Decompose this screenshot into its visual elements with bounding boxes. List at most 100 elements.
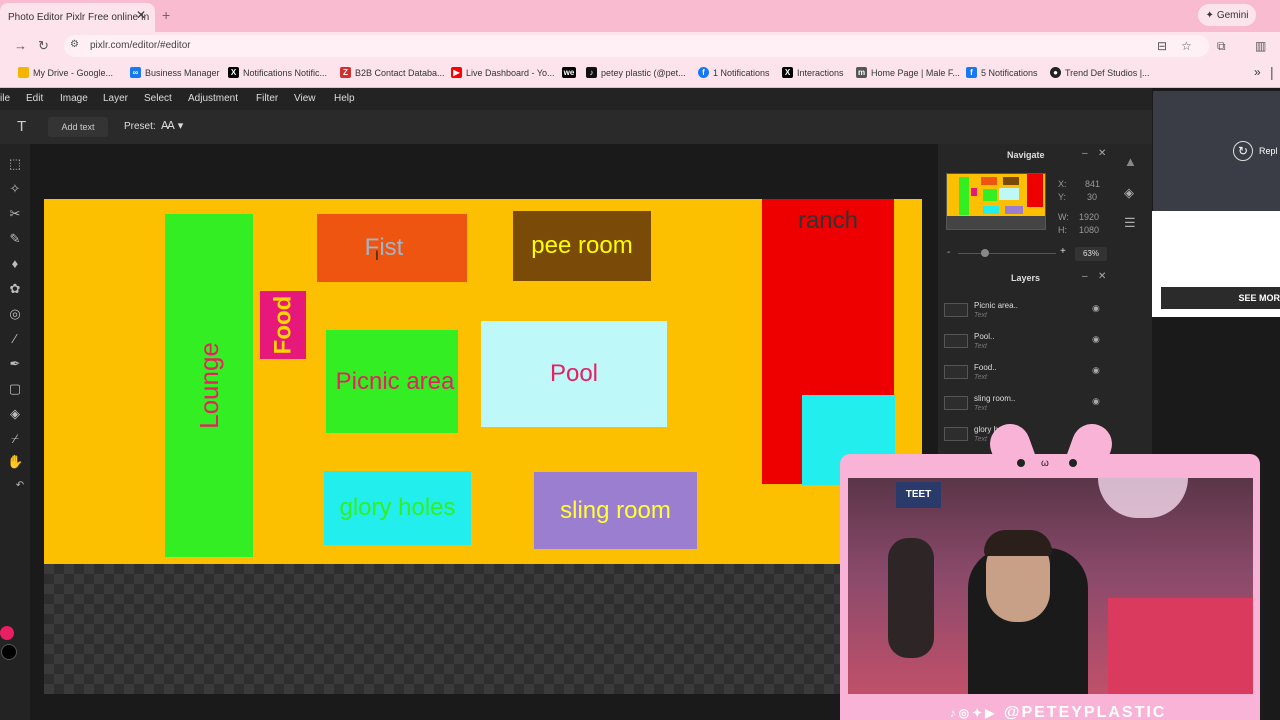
eye-icon[interactable]: ◉	[1092, 396, 1100, 407]
properties-icon[interactable]: ☰	[1124, 215, 1136, 231]
menu-view[interactable]: View	[294, 93, 316, 104]
eyedropper-icon[interactable]: ⌿	[7, 431, 23, 447]
picnic-area-block[interactable]: Picnic area	[326, 330, 458, 433]
menu-file[interactable]: ile	[0, 93, 10, 104]
layer-name: Picnic area..	[974, 301, 1019, 310]
bookmark-item[interactable]: Z B2B Contact Databa...	[340, 67, 445, 78]
gemini-button[interactable]: ✦ Gemini	[1198, 4, 1256, 26]
install-app-icon[interactable]: ⊟	[1157, 39, 1167, 53]
x-icon: X	[228, 67, 239, 78]
bookmark-item[interactable]: ● Trend Def Studios |...	[1050, 67, 1150, 78]
bookmark-item[interactable]: f5 Notifications	[966, 67, 1038, 78]
magic-wand-icon[interactable]: ✧	[7, 181, 23, 197]
new-tab-button[interactable]: +	[162, 7, 170, 23]
navigator-thumbnail[interactable]	[946, 173, 1046, 230]
tab-close-icon[interactable]: ✕	[136, 8, 146, 22]
pixlr-menu-bar: ile Edit Image Layer Select Adjustment F…	[0, 88, 1152, 110]
pool-block[interactable]: Pool	[481, 321, 667, 427]
close-icon[interactable]: ✕	[1098, 148, 1106, 159]
navigate-panel-title: Navigate	[1007, 150, 1045, 160]
layer-row[interactable]: Picnic area.. Text ◉	[940, 297, 1110, 325]
zoom-slider[interactable]	[958, 253, 1056, 254]
bookmark-item[interactable]: X Notifications Notific...	[228, 67, 327, 78]
layer-thumbnail	[944, 427, 968, 441]
target-icon[interactable]: ◎	[7, 306, 23, 322]
pen-icon[interactable]: ✒	[7, 356, 23, 372]
bookmark-item[interactable]: we	[562, 67, 580, 78]
back-icon[interactable]: →	[14, 38, 27, 53]
pencil-icon[interactable]: ✎	[7, 231, 23, 247]
minimize-icon[interactable]: –	[1082, 148, 1088, 159]
minimize-icon[interactable]: –	[1082, 271, 1088, 282]
y-label: Y:	[1058, 192, 1067, 202]
menu-help[interactable]: Help	[334, 93, 355, 104]
bookmarks-overflow-button[interactable]: »	[1254, 65, 1261, 79]
see-more-button[interactable]: SEE MOR	[1161, 287, 1280, 309]
cut-tool-icon[interactable]: ✂	[7, 206, 23, 222]
browser-tab[interactable]: Photo Editor Pixlr Free online In	[0, 3, 155, 32]
we-icon: we	[562, 67, 576, 78]
zoom-out-button[interactable]: -	[947, 247, 950, 258]
swap-colors-icon[interactable]: ↶	[12, 480, 28, 491]
site-info-icon[interactable]: ⚙	[70, 39, 79, 50]
h-label: H:	[1058, 225, 1067, 235]
drop-icon[interactable]: ♦	[7, 256, 23, 271]
hand-icon[interactable]: ✋	[7, 454, 23, 470]
menu-layer[interactable]: Layer	[103, 93, 128, 104]
menu-image[interactable]: Image	[60, 93, 88, 104]
layer-type: Text	[974, 436, 987, 443]
zoom-level[interactable]: 63%	[1075, 247, 1107, 261]
ad-video[interactable]: ↻ Repl	[1153, 91, 1280, 211]
wall-sign: TEET	[896, 482, 941, 508]
bookmark-item[interactable]: X Interactions	[782, 67, 844, 78]
layers-icon[interactable]: ◈	[1124, 185, 1134, 201]
address-bar[interactable]: ⚙	[64, 35, 1209, 57]
glory-holes-block[interactable]: glory holes	[324, 471, 471, 545]
food-block[interactable]: Food	[260, 291, 306, 359]
layer-row[interactable]: sling room.. Text ◉	[940, 390, 1110, 418]
menu-adjustment[interactable]: Adjustment	[188, 93, 238, 104]
bookmark-item[interactable]: ∞ Business Manager	[130, 67, 220, 78]
foreground-color-swatch[interactable]	[0, 626, 14, 640]
layer-row[interactable]: Pool.. Text ◉	[940, 328, 1110, 356]
extensions-icon[interactable]: ⧉	[1217, 39, 1226, 54]
text-tool-icon: T	[17, 118, 27, 135]
layer-type: Text	[974, 343, 987, 350]
bookmark-item[interactable]: My Drive - Google...	[18, 67, 113, 78]
zoom-slider-handle[interactable]	[981, 249, 989, 257]
menu-filter[interactable]: Filter	[256, 93, 278, 104]
reload-icon[interactable]: ↻	[38, 38, 49, 54]
url-text[interactable]: pixlr.com/editor/#editor	[90, 40, 191, 51]
lounge-block[interactable]: Lounge	[165, 214, 253, 557]
zoom-in-button[interactable]: +	[1060, 246, 1066, 257]
bookmark-star-icon[interactable]: ☆	[1181, 39, 1192, 53]
bookmark-item[interactable]: ♪ petey plastic (@pet...	[586, 67, 686, 78]
pee-room-block[interactable]: pee room	[513, 211, 651, 281]
transparent-area	[44, 564, 840, 694]
sidebar-icon[interactable]: ▥	[1255, 39, 1266, 53]
fist-block[interactable]: Fist	[317, 214, 467, 282]
bookmark-item[interactable]: f1 Notifications	[698, 67, 770, 78]
close-icon[interactable]: ✕	[1098, 271, 1106, 282]
eye-icon[interactable]: ◉	[1092, 334, 1100, 345]
fist-label: Fist	[364, 234, 404, 261]
fill-icon[interactable]: ◈	[7, 406, 23, 422]
bookmark-item[interactable]: m Home Page | Male F...	[856, 67, 960, 78]
shape-icon[interactable]: ▢	[7, 381, 23, 397]
menu-edit[interactable]: Edit	[26, 93, 43, 104]
add-text-button[interactable]: Add text	[48, 117, 108, 137]
eye-icon[interactable]: ◉	[1092, 303, 1100, 314]
layer-row[interactable]: Food.. Text ◉	[940, 359, 1110, 387]
background-color-swatch[interactable]	[1, 644, 17, 660]
replay-icon[interactable]: ↻	[1233, 141, 1253, 161]
menu-select[interactable]: Select	[144, 93, 172, 104]
brush-icon[interactable]: ⁄	[7, 331, 23, 346]
adjust-icon[interactable]: ▲	[1124, 154, 1137, 169]
eye-icon[interactable]: ◉	[1092, 365, 1100, 376]
sling-room-block[interactable]: sling room	[534, 472, 697, 549]
marquee-tool-icon[interactable]: ⬚	[7, 156, 23, 172]
preset-dropdown[interactable]: Ꜳ ▾	[161, 119, 183, 132]
bookmark-item[interactable]: ▶ Live Dashboard - Yo...	[451, 67, 555, 78]
cat-mouth-icon: ω	[1041, 458, 1049, 469]
clone-icon[interactable]: ✿	[7, 281, 23, 297]
